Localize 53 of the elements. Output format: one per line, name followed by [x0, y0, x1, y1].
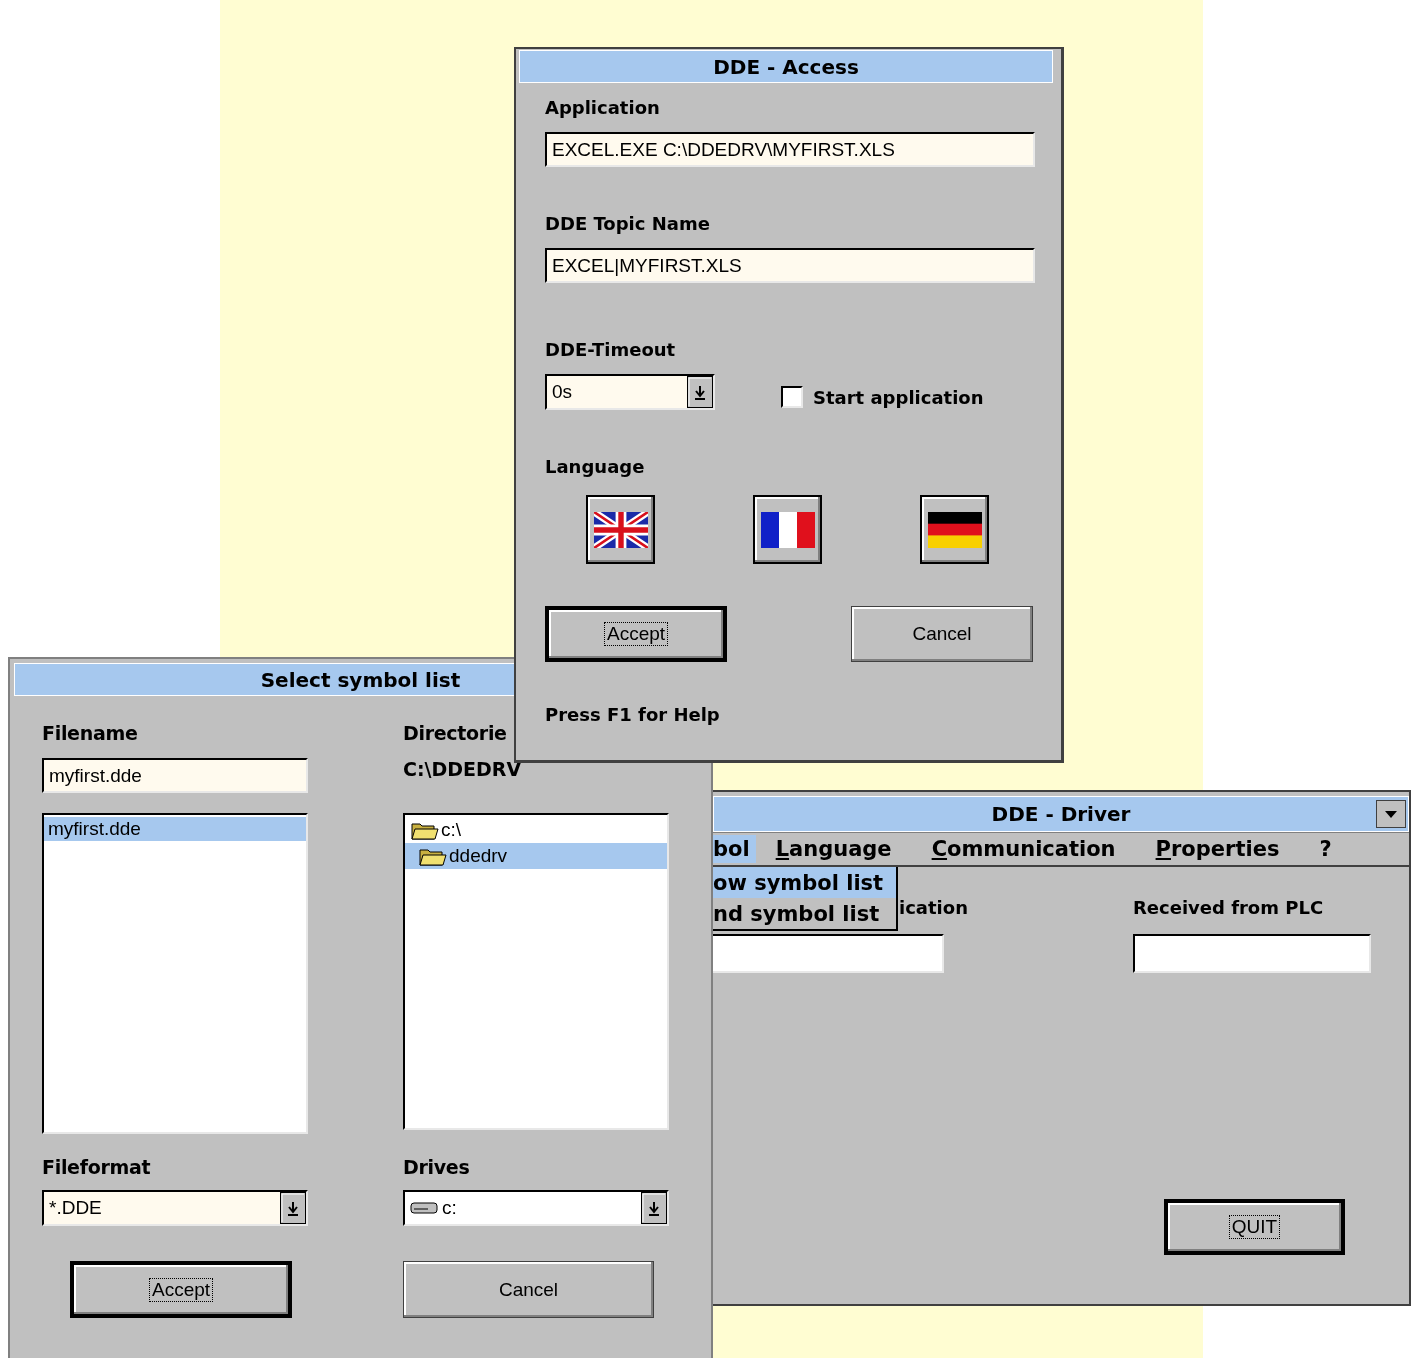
dropdown-arrow-icon[interactable]: [641, 1192, 667, 1224]
field-label: Drives: [403, 1156, 471, 1178]
window-title: Select symbol list: [260, 667, 461, 692]
field-label: Directorie: [403, 722, 508, 744]
field-label: Application: [545, 97, 660, 118]
union-jack-flag-icon: [593, 511, 648, 548]
tree-item[interactable]: ddedrv: [405, 843, 667, 869]
accept-button[interactable]: Accept: [545, 606, 727, 662]
language-button[interactable]: [586, 495, 655, 564]
menu-item[interactable]: Properties: [1149, 835, 1286, 863]
input-field[interactable]: [1132, 934, 1371, 973]
drive-icon: [410, 1200, 438, 1216]
menu-entry[interactable]: ow symbol list: [713, 867, 896, 898]
accept-button[interactable]: Accept: [70, 1261, 292, 1318]
menu-item[interactable]: Communication: [925, 835, 1122, 863]
combo-box[interactable]: *.DDE: [42, 1190, 308, 1226]
tree-item[interactable]: c:\: [405, 817, 667, 843]
menu-item[interactable]: bol: [713, 835, 756, 863]
dropdown-arrow-icon[interactable]: [687, 376, 713, 408]
field-label: DDE Topic Name: [545, 213, 710, 234]
menu-entry[interactable]: nd symbol list: [713, 898, 896, 929]
start-application-checkbox[interactable]: Start application: [781, 386, 984, 408]
folder-icon: [419, 846, 447, 866]
field-label: Fileformat: [42, 1156, 152, 1178]
cancel-button[interactable]: Cancel: [403, 1261, 654, 1318]
language-button[interactable]: [753, 495, 822, 564]
window-title: DDE - Driver: [991, 802, 1131, 826]
menu-item[interactable]: ?: [1313, 835, 1338, 863]
folder-icon: [411, 820, 439, 840]
tricolour-flag-icon: [760, 511, 815, 548]
dropdown-arrow-icon[interactable]: [280, 1192, 306, 1224]
menu-item[interactable]: Language: [769, 835, 898, 863]
input-field[interactable]: EXCEL|MYFIRST.XLS: [545, 248, 1035, 283]
folder-name: ddedrv: [449, 845, 508, 867]
quit-button[interactable]: QUIT: [1164, 1199, 1345, 1255]
field-label: Filename: [42, 722, 139, 744]
language-button[interactable]: [920, 495, 989, 564]
input-field[interactable]: myfirst.dde: [42, 758, 308, 793]
cancel-button[interactable]: Cancel: [851, 606, 1033, 662]
folder-name: c:\: [441, 819, 462, 841]
field-label: ication: [899, 897, 968, 918]
input-field[interactable]: EXCEL.EXE C:\DDEDRV\MYFIRST.XLS: [545, 132, 1035, 167]
help-text: Press F1 for Help: [545, 704, 720, 725]
field-label: DDE-Timeout: [545, 339, 676, 360]
combo-box[interactable]: c:: [403, 1190, 669, 1226]
field-label: Language: [545, 456, 645, 477]
field-label: Received from PLC: [1132, 897, 1325, 918]
input-field[interactable]: [713, 934, 944, 973]
horizontal-tricolour-flag-icon: [927, 511, 982, 548]
window-title: DDE - Access: [713, 54, 859, 79]
list-item[interactable]: myfirst.dde: [44, 817, 306, 841]
directory-path: C:\DDEDRV: [403, 758, 523, 782]
combo-box[interactable]: 0s: [545, 374, 715, 410]
